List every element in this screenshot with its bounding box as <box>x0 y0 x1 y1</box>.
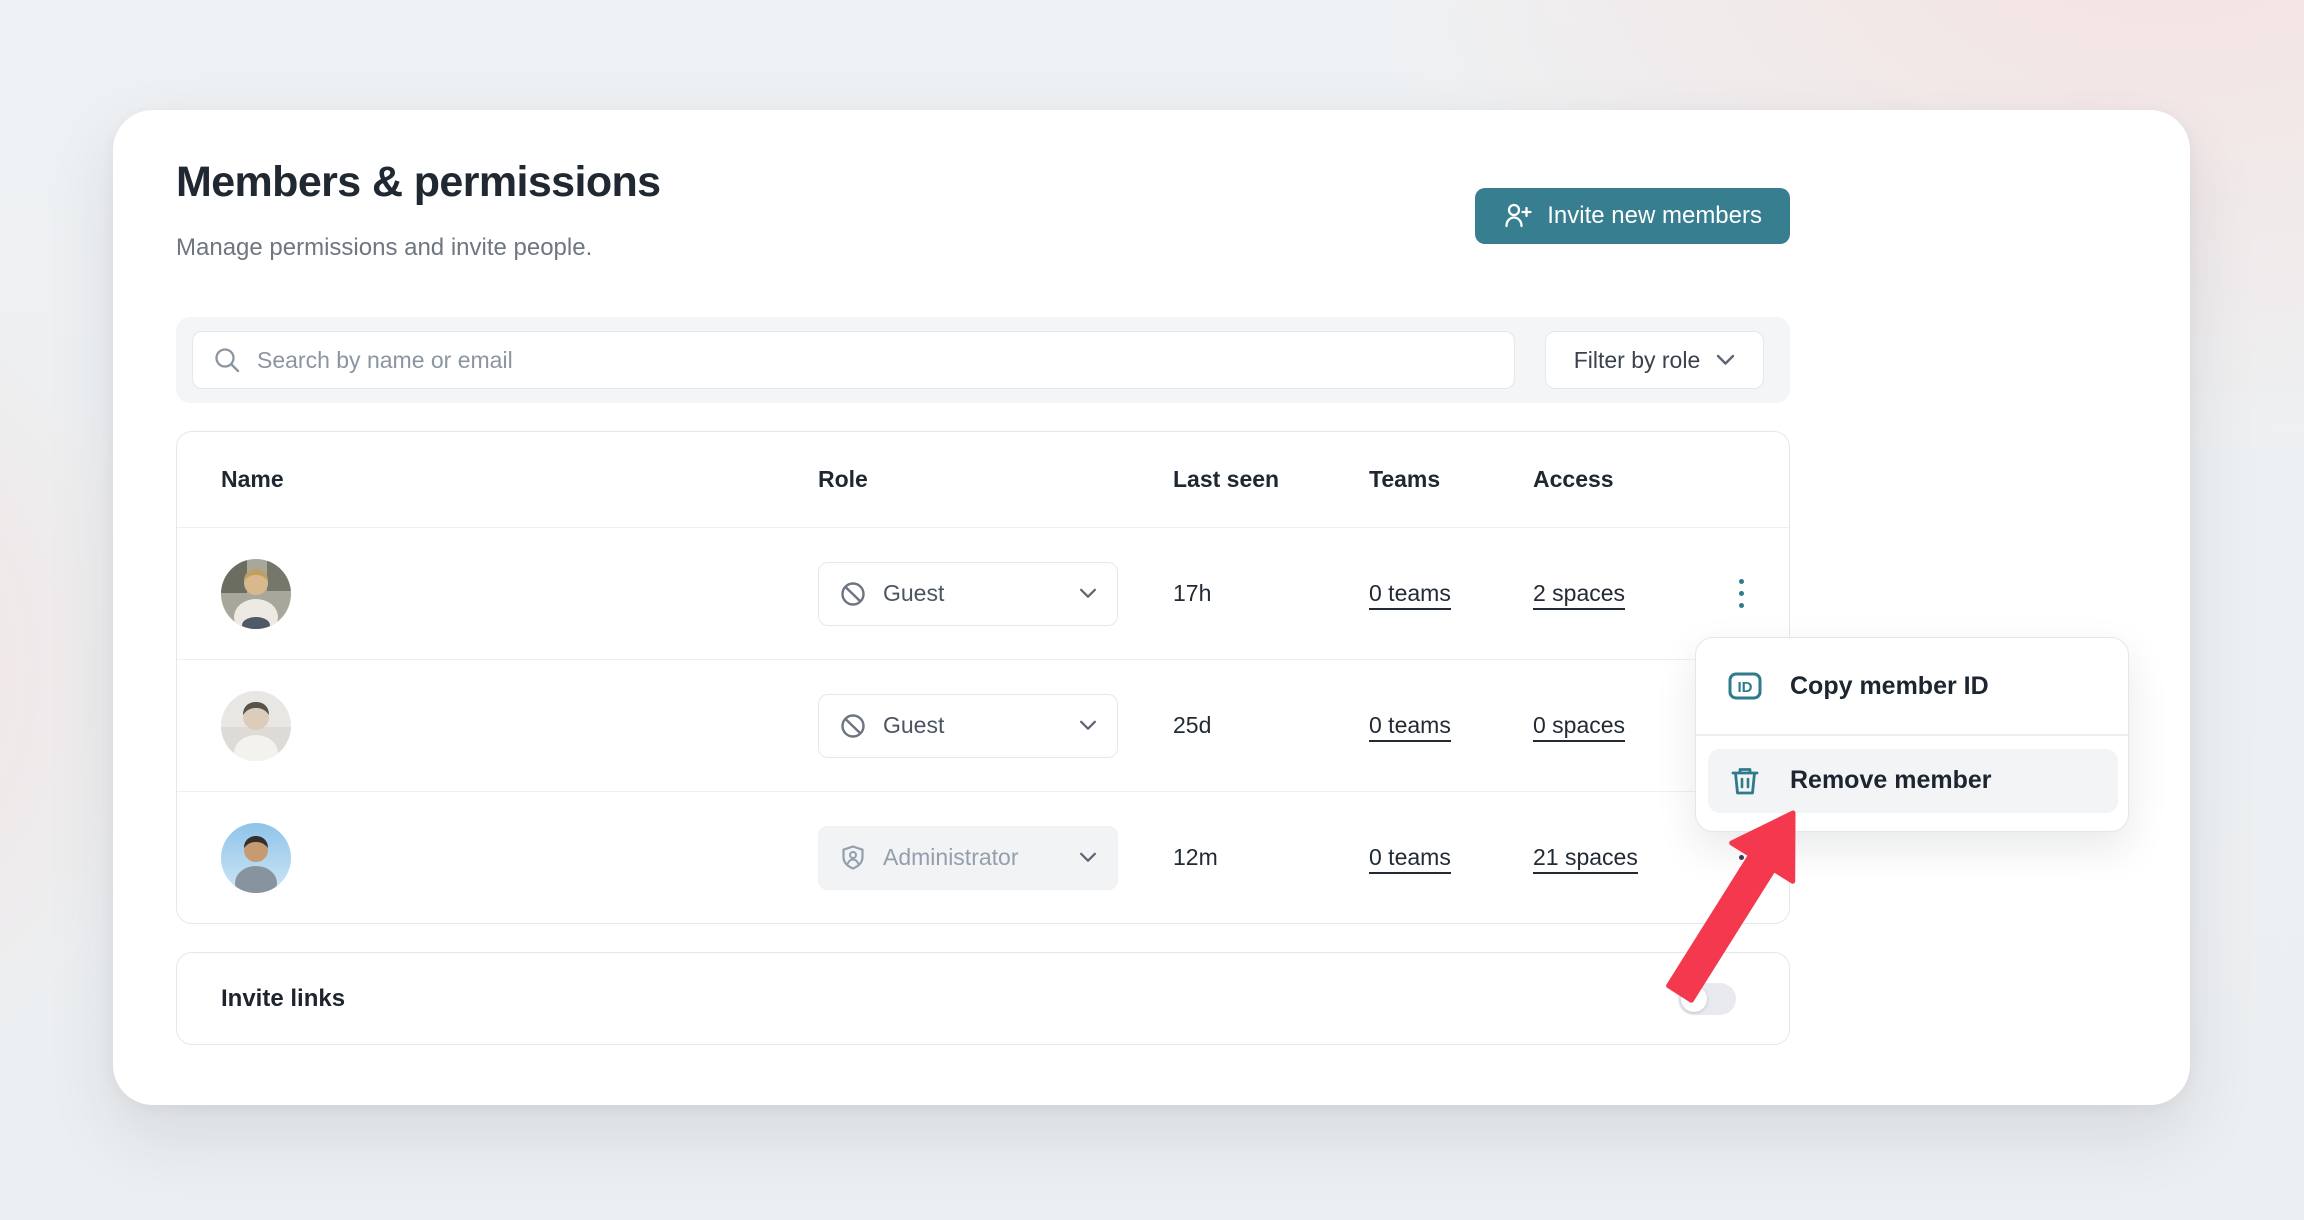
table-row: Guest 25d 0 teams 0 spaces <box>177 659 1789 791</box>
table-header-row: Name Role Last seen Teams Access <box>177 432 1789 527</box>
invite-button-label: Invite new members <box>1547 202 1762 230</box>
table-row: Administrator 12m 0 teams 21 spaces <box>177 791 1789 923</box>
invite-new-members-button[interactable]: Invite new members <box>1475 188 1790 244</box>
role-value: Administrator <box>883 844 1063 871</box>
person-plus-icon <box>1503 201 1533 231</box>
shield-person-icon <box>839 844 867 872</box>
column-header-last-seen: Last seen <box>1173 466 1369 493</box>
search-input[interactable] <box>257 347 1494 374</box>
invite-links-section: Invite links <box>176 952 1790 1045</box>
menu-divider <box>1696 734 2128 736</box>
last-seen-value: 17h <box>1173 580 1369 607</box>
teams-link[interactable]: 0 teams <box>1369 844 1451 874</box>
column-header-teams: Teams <box>1369 466 1533 493</box>
no-entry-icon <box>839 712 867 740</box>
members-table: Name Role Last seen Teams Access <box>176 431 1790 924</box>
search-box[interactable] <box>192 331 1515 389</box>
row-actions-kebab-menu[interactable] <box>1719 562 1763 626</box>
chevron-down-icon <box>1079 588 1097 599</box>
role-value: Guest <box>883 712 1063 739</box>
page-subtitle: Manage permissions and invite people. <box>176 234 592 262</box>
search-icon <box>213 346 241 374</box>
search-toolbar: Filter by role <box>176 317 1790 403</box>
page-title: Members & permissions <box>176 158 660 207</box>
chevron-down-icon <box>1716 354 1735 366</box>
avatar <box>221 691 291 761</box>
role-dropdown[interactable]: Administrator <box>818 826 1118 890</box>
last-seen-value: 25d <box>1173 712 1369 739</box>
no-entry-icon <box>839 580 867 608</box>
last-seen-value: 12m <box>1173 844 1369 871</box>
id-badge-icon-text: ID <box>1738 679 1753 696</box>
column-header-role: Role <box>818 466 1173 493</box>
invite-links-label: Invite links <box>221 985 345 1013</box>
chevron-down-icon <box>1079 852 1097 863</box>
filter-label: Filter by role <box>1574 347 1701 374</box>
access-link[interactable]: 21 spaces <box>1533 844 1638 874</box>
column-header-name: Name <box>221 466 818 493</box>
avatar <box>221 823 291 893</box>
teams-link[interactable]: 0 teams <box>1369 712 1451 742</box>
members-permissions-panel: Members & permissions Manage permissions… <box>113 110 2190 1105</box>
role-value: Guest <box>883 580 1063 607</box>
avatar <box>221 559 291 629</box>
filter-by-role-dropdown[interactable]: Filter by role <box>1545 331 1764 389</box>
menu-item-label: Remove member <box>1790 766 1991 795</box>
trash-icon <box>1726 762 1764 800</box>
access-link[interactable]: 0 spaces <box>1533 712 1625 742</box>
column-header-access: Access <box>1533 466 1719 493</box>
table-row: Guest 17h 0 teams 2 spaces <box>177 527 1789 659</box>
menu-item-copy-member-id[interactable]: ID Copy member ID <box>1696 638 2128 734</box>
role-dropdown[interactable]: Guest <box>818 694 1118 758</box>
chevron-down-icon <box>1079 720 1097 731</box>
teams-link[interactable]: 0 teams <box>1369 580 1451 610</box>
menu-item-label: Copy member ID <box>1790 672 1989 701</box>
red-annotation-arrow <box>1645 798 1815 1008</box>
id-badge-icon: ID <box>1726 667 1764 705</box>
access-link[interactable]: 2 spaces <box>1533 580 1625 610</box>
role-dropdown[interactable]: Guest <box>818 562 1118 626</box>
